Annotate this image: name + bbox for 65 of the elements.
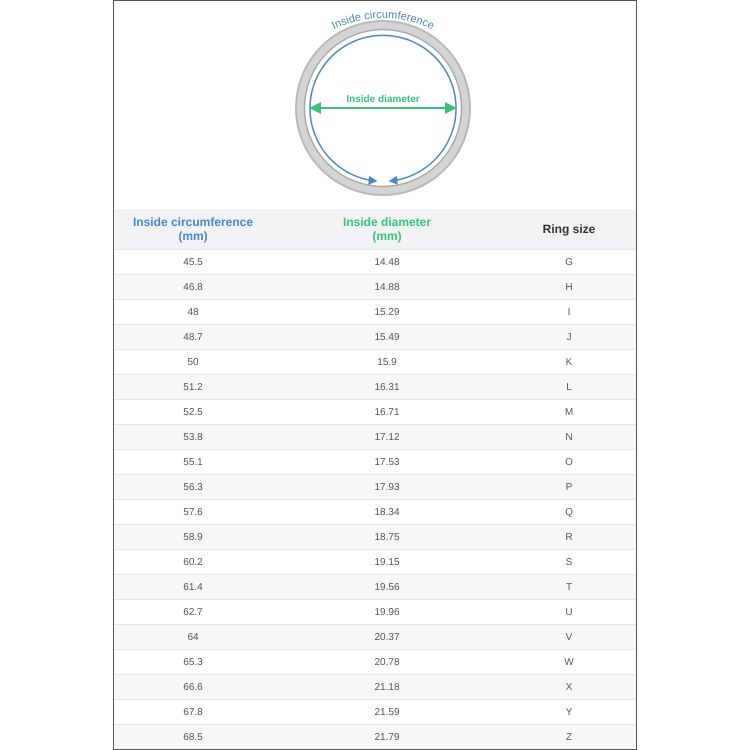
table-cell-text: U bbox=[564, 606, 574, 620]
column-header: Inside diameter (mm) bbox=[342, 215, 432, 243]
table-cell-text: O bbox=[564, 456, 574, 470]
table-cell-text: 19.15 bbox=[373, 556, 401, 570]
table-cell-text: 46.8 bbox=[182, 280, 204, 294]
table-cell-text: P bbox=[564, 480, 574, 494]
table-cell-text: Q bbox=[564, 506, 574, 520]
table-cell-text: 64 bbox=[186, 630, 200, 644]
table-cell-text: 67.8 bbox=[182, 706, 204, 720]
table-cell-text: 56.3 bbox=[182, 480, 204, 494]
table-cell-text: 20.37 bbox=[373, 630, 401, 644]
table-cell-text: Z bbox=[564, 730, 574, 744]
table-cell-text: R bbox=[564, 530, 574, 544]
table-cell-text: 51.2 bbox=[182, 380, 204, 394]
table-cell-text: 19.96 bbox=[373, 606, 401, 620]
table-cell-text: 21.79 bbox=[373, 730, 401, 744]
table-cell-text: 18.75 bbox=[373, 530, 401, 544]
table-cell-text: 14.48 bbox=[373, 256, 401, 270]
table-cell-text: 48 bbox=[186, 306, 200, 320]
table-cell-text: M bbox=[564, 406, 574, 420]
table-cell-text: 53.8 bbox=[182, 430, 204, 444]
table-cell-text: 61.4 bbox=[182, 580, 204, 594]
table-cell-text: H bbox=[564, 280, 574, 294]
table-cell-text: V bbox=[564, 630, 574, 644]
table-cell-text: 17.53 bbox=[373, 456, 401, 470]
table-cell-text: 15.49 bbox=[373, 330, 401, 344]
table-cell-text: 20.78 bbox=[373, 656, 401, 670]
circumference-label: Inside circumference bbox=[330, 8, 436, 32]
table-cell-text: 68.5 bbox=[182, 730, 204, 744]
table-cell-text: N bbox=[564, 430, 574, 444]
table-cell-text: 16.31 bbox=[373, 380, 401, 394]
table-cell-text: 50 bbox=[186, 356, 200, 370]
table-cell-text: 14.88 bbox=[373, 280, 401, 294]
column-header: Inside circumference (mm) bbox=[132, 215, 254, 243]
table-cell-text: 66.6 bbox=[182, 680, 204, 694]
table-cell-text: 52.5 bbox=[182, 406, 204, 420]
table-cell-text: 48.7 bbox=[182, 330, 204, 344]
table-cell-text: 16.71 bbox=[373, 406, 401, 420]
table-cell-text: 65.3 bbox=[182, 656, 204, 670]
table-cell-text: K bbox=[564, 356, 574, 370]
table-cell-text: G bbox=[564, 256, 574, 270]
table-cell-text: L bbox=[565, 380, 573, 394]
table-cell-text: 18.34 bbox=[373, 506, 401, 520]
table-cell-text: X bbox=[564, 680, 574, 694]
table-cell-text: 57.6 bbox=[182, 506, 204, 520]
table-cell-text: 58.9 bbox=[182, 530, 204, 544]
table-cell-text: 15.29 bbox=[373, 306, 401, 320]
table-cell-text: S bbox=[564, 556, 574, 570]
table-cell-text: 45.5 bbox=[182, 256, 204, 270]
table-cell-text: Y bbox=[564, 706, 574, 720]
table-cell-text: I bbox=[566, 306, 572, 320]
table-cell-text: 21.59 bbox=[373, 706, 401, 720]
diameter-label: Inside diameter bbox=[346, 94, 420, 105]
table-cell-text: 62.7 bbox=[182, 606, 204, 620]
table-cell-text: W bbox=[563, 656, 575, 670]
table-cell-text: J bbox=[566, 330, 572, 344]
table-cell-text: 55.1 bbox=[182, 456, 204, 470]
table-cell-text: 17.12 bbox=[373, 430, 401, 444]
column-header: Ring size bbox=[542, 222, 596, 236]
table-cell-text: 21.18 bbox=[373, 680, 401, 694]
table-cell-text: 19.56 bbox=[373, 580, 401, 594]
table-cell-text: 17.93 bbox=[373, 480, 401, 494]
table-cell-text: 60.2 bbox=[182, 556, 204, 570]
table-cell-text: T bbox=[564, 580, 574, 594]
table-cell-text: 15.9 bbox=[376, 356, 398, 370]
